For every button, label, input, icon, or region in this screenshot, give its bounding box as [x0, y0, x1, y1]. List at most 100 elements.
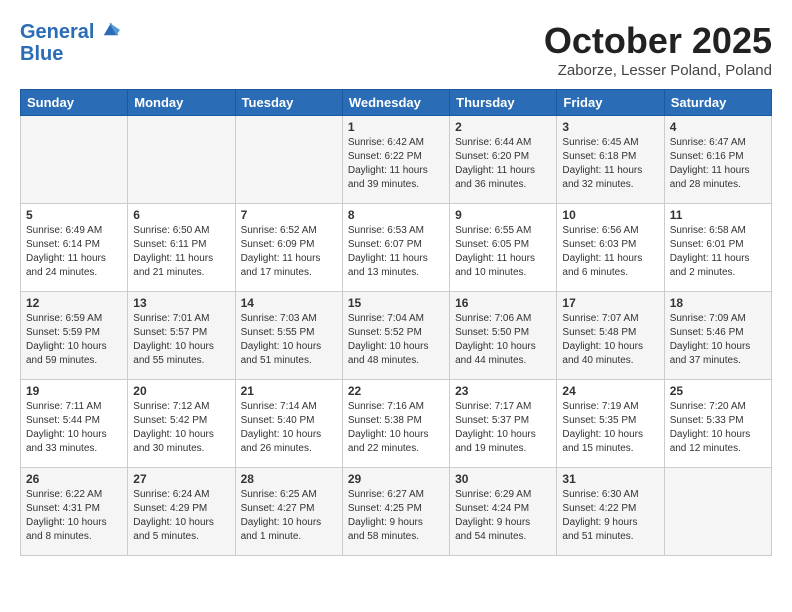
day-cell: 13 Sunrise: 7:01 AM Sunset: 5:57 PM Dayli… [128, 292, 235, 380]
day-number: 14 [241, 296, 337, 310]
day-number: 4 [670, 120, 766, 134]
week-row-3: 12 Sunrise: 6:59 AM Sunset: 5:59 PM Dayli… [21, 292, 772, 380]
day-info: Sunrise: 6:59 AM Sunset: 5:59 PM Dayligh… [26, 312, 122, 368]
day-info: Sunrise: 7:11 AM Sunset: 5:44 PM Dayligh… [26, 400, 122, 456]
day-info: Sunrise: 7:06 AM Sunset: 5:50 PM Dayligh… [455, 312, 551, 368]
day-cell: 31 Sunrise: 6:30 AM Sunset: 4:22 PM Dayli… [557, 468, 664, 556]
title-block: October 2025 Zaborze, Lesser Poland, Pol… [544, 20, 772, 79]
day-cell: 30 Sunrise: 6:29 AM Sunset: 4:24 PM Dayli… [450, 468, 557, 556]
day-info: Sunrise: 7:20 AM Sunset: 5:33 PM Dayligh… [670, 400, 766, 456]
day-info: Sunrise: 6:52 AM Sunset: 6:09 PM Dayligh… [241, 224, 337, 280]
day-info: Sunrise: 7:09 AM Sunset: 5:46 PM Dayligh… [670, 312, 766, 368]
day-info: Sunrise: 6:58 AM Sunset: 6:01 PM Dayligh… [670, 224, 766, 280]
day-number: 15 [348, 296, 444, 310]
day-number: 5 [26, 208, 122, 222]
day-info: Sunrise: 6:22 AM Sunset: 4:31 PM Dayligh… [26, 488, 122, 544]
day-info: Sunrise: 6:53 AM Sunset: 6:07 PM Dayligh… [348, 224, 444, 280]
day-cell: 4Sunrise: 6:47 AM Sunset: 6:16 PM Daylig… [664, 116, 771, 204]
day-info: Sunrise: 6:30 AM Sunset: 4:22 PM Dayligh… [562, 488, 658, 544]
day-number: 29 [348, 472, 444, 486]
day-cell: 14 Sunrise: 7:03 AM Sunset: 5:55 PM Dayli… [235, 292, 342, 380]
week-row-4: 19 Sunrise: 7:11 AM Sunset: 5:44 PM Dayli… [21, 380, 772, 468]
day-number: 21 [241, 384, 337, 398]
day-cell: 11 Sunrise: 6:58 AM Sunset: 6:01 PM Dayli… [664, 204, 771, 292]
logo-text: General [20, 20, 120, 43]
day-number: 24 [562, 384, 658, 398]
day-info: Sunrise: 7:16 AM Sunset: 5:38 PM Dayligh… [348, 400, 444, 456]
day-cell [128, 116, 235, 204]
day-info: Sunrise: 7:01 AM Sunset: 5:57 PM Dayligh… [133, 312, 229, 368]
day-cell: 15 Sunrise: 7:04 AM Sunset: 5:52 PM Dayli… [342, 292, 449, 380]
day-number: 19 [26, 384, 122, 398]
day-cell: 8Sunrise: 6:53 AM Sunset: 6:07 PM Daylig… [342, 204, 449, 292]
day-info: Sunrise: 7:17 AM Sunset: 5:37 PM Dayligh… [455, 400, 551, 456]
logo-blue: Blue [20, 43, 120, 66]
day-info: Sunrise: 6:49 AM Sunset: 6:14 PM Dayligh… [26, 224, 122, 280]
col-header-tuesday: Tuesday [235, 90, 342, 116]
page-header: General Blue October 2025 Zaborze, Lesse… [20, 20, 772, 79]
day-info: Sunrise: 6:55 AM Sunset: 6:05 PM Dayligh… [455, 224, 551, 280]
day-info: Sunrise: 7:03 AM Sunset: 5:55 PM Dayligh… [241, 312, 337, 368]
day-number: 25 [670, 384, 766, 398]
day-number: 22 [348, 384, 444, 398]
day-info: Sunrise: 6:44 AM Sunset: 6:20 PM Dayligh… [455, 136, 551, 192]
day-cell: 21 Sunrise: 7:14 AM Sunset: 5:40 PM Dayli… [235, 380, 342, 468]
col-header-thursday: Thursday [450, 90, 557, 116]
day-info: Sunrise: 7:12 AM Sunset: 5:42 PM Dayligh… [133, 400, 229, 456]
week-row-2: 5 Sunrise: 6:49 AM Sunset: 6:14 PM Daylig… [21, 204, 772, 292]
day-number: 30 [455, 472, 551, 486]
header-row: SundayMondayTuesdayWednesdayThursdayFrid… [21, 90, 772, 116]
day-cell [664, 468, 771, 556]
day-info: Sunrise: 6:29 AM Sunset: 4:24 PM Dayligh… [455, 488, 551, 544]
day-cell: 17Sunrise: 7:07 AM Sunset: 5:48 PM Dayli… [557, 292, 664, 380]
day-number: 9 [455, 208, 551, 222]
day-number: 16 [455, 296, 551, 310]
day-cell: 25 Sunrise: 7:20 AM Sunset: 5:33 PM Dayli… [664, 380, 771, 468]
day-number: 18 [670, 296, 766, 310]
day-number: 2 [455, 120, 551, 134]
day-cell: 1 Sunrise: 6:42 AM Sunset: 6:22 PM Daylig… [342, 116, 449, 204]
day-cell: 10 Sunrise: 6:56 AM Sunset: 6:03 PM Dayli… [557, 204, 664, 292]
day-number: 23 [455, 384, 551, 398]
day-info: Sunrise: 7:19 AM Sunset: 5:35 PM Dayligh… [562, 400, 658, 456]
day-cell: 3 Sunrise: 6:45 AM Sunset: 6:18 PM Daylig… [557, 116, 664, 204]
col-header-sunday: Sunday [21, 90, 128, 116]
day-cell: 23 Sunrise: 7:17 AM Sunset: 5:37 PM Dayli… [450, 380, 557, 468]
logo: General Blue [20, 20, 120, 66]
day-info: Sunrise: 7:14 AM Sunset: 5:40 PM Dayligh… [241, 400, 337, 456]
day-number: 31 [562, 472, 658, 486]
logo-icon [102, 20, 120, 38]
day-number: 27 [133, 472, 229, 486]
day-number: 12 [26, 296, 122, 310]
col-header-friday: Friday [557, 90, 664, 116]
day-info: Sunrise: 7:04 AM Sunset: 5:52 PM Dayligh… [348, 312, 444, 368]
day-number: 10 [562, 208, 658, 222]
day-cell: 26 Sunrise: 6:22 AM Sunset: 4:31 PM Dayli… [21, 468, 128, 556]
day-info: Sunrise: 6:42 AM Sunset: 6:22 PM Dayligh… [348, 136, 444, 192]
day-number: 1 [348, 120, 444, 134]
day-number: 28 [241, 472, 337, 486]
day-info: Sunrise: 6:45 AM Sunset: 6:18 PM Dayligh… [562, 136, 658, 192]
day-number: 26 [26, 472, 122, 486]
day-number: 20 [133, 384, 229, 398]
day-info: Sunrise: 6:24 AM Sunset: 4:29 PM Dayligh… [133, 488, 229, 544]
day-cell [235, 116, 342, 204]
day-number: 7 [241, 208, 337, 222]
day-number: 11 [670, 208, 766, 222]
day-info: Sunrise: 6:56 AM Sunset: 6:03 PM Dayligh… [562, 224, 658, 280]
day-cell: 6 Sunrise: 6:50 AM Sunset: 6:11 PM Daylig… [128, 204, 235, 292]
day-info: Sunrise: 6:25 AM Sunset: 4:27 PM Dayligh… [241, 488, 337, 544]
col-header-wednesday: Wednesday [342, 90, 449, 116]
day-cell: 18 Sunrise: 7:09 AM Sunset: 5:46 PM Dayli… [664, 292, 771, 380]
day-number: 13 [133, 296, 229, 310]
day-cell: 28 Sunrise: 6:25 AM Sunset: 4:27 PM Dayli… [235, 468, 342, 556]
col-header-monday: Monday [128, 90, 235, 116]
day-info: Sunrise: 7:07 AM Sunset: 5:48 PM Dayligh… [562, 312, 658, 368]
day-number: 6 [133, 208, 229, 222]
week-row-5: 26 Sunrise: 6:22 AM Sunset: 4:31 PM Dayli… [21, 468, 772, 556]
day-info: Sunrise: 6:50 AM Sunset: 6:11 PM Dayligh… [133, 224, 229, 280]
day-number: 3 [562, 120, 658, 134]
location-subtitle: Zaborze, Lesser Poland, Poland [544, 62, 772, 79]
month-title: October 2025 [544, 20, 772, 62]
day-cell [21, 116, 128, 204]
